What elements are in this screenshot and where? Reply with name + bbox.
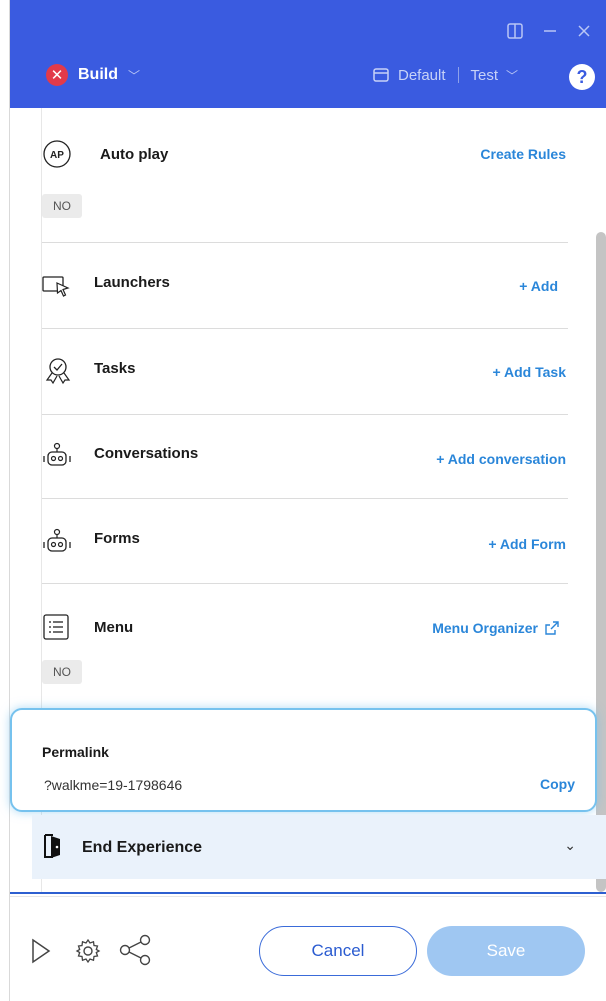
chevron-down-icon: ﹀ (128, 68, 141, 83)
exit-door-icon (44, 834, 60, 858)
environment-selector[interactable]: Default Test ﹀ (372, 66, 518, 84)
launcher-cursor-icon (42, 276, 70, 297)
row-conversations: Conversations + Add conversation (42, 415, 568, 499)
help-button[interactable]: ? (569, 64, 595, 90)
launchers-title: Launchers (94, 274, 170, 291)
header-bar: ✕ Build ﹀ Default Test ﹀ ? (10, 0, 606, 108)
scrollbar-thumb[interactable] (596, 232, 606, 892)
menu-title: Menu (94, 619, 134, 636)
minimize-icon[interactable] (541, 22, 559, 40)
forms-title: Forms (94, 530, 140, 547)
play-icon[interactable] (30, 938, 52, 964)
create-rules-link[interactable]: Create Rules (480, 146, 566, 162)
permalink-value: ?walkme=19-1798646 (44, 777, 183, 793)
copy-permalink-button[interactable]: Copy (540, 776, 575, 792)
bot-icon (43, 442, 71, 466)
permalink-title: Permalink (42, 744, 109, 760)
share-icon[interactable] (118, 934, 152, 966)
add-task-link[interactable]: + Add Task (492, 364, 566, 380)
menu-list-icon (43, 614, 69, 640)
chevron-down-icon: ⌄ (564, 837, 576, 853)
conversations-title: Conversations (94, 445, 199, 462)
end-experience-row[interactable]: End Experience ⌄ (32, 815, 606, 879)
section-divider (10, 892, 606, 894)
add-form-link[interactable]: + Add Form (488, 536, 566, 552)
window-layout-icon (373, 68, 389, 82)
bot-icon (43, 528, 71, 552)
build-selector[interactable]: ✕ Build ﹀ (46, 64, 140, 86)
walkme-editor-window: ✕ Build ﹀ Default Test ﹀ ? AP Auto play … (9, 0, 606, 1001)
env-divider (457, 67, 459, 83)
row-menu: Menu Menu Organizer NO (42, 584, 568, 710)
autoplay-ap-icon: AP (43, 140, 71, 168)
row-forms: Forms + Add Form (42, 499, 568, 584)
permalink-card: Permalink ?walkme=19-1798646 Copy (10, 708, 597, 812)
task-badge-icon (45, 358, 71, 385)
row-launchers: Launchers + Add (42, 243, 568, 329)
row-autoplay: AP Auto play Create Rules NO (42, 108, 568, 243)
error-x-icon: ✕ (46, 64, 68, 86)
autoplay-title: Auto play (100, 146, 169, 163)
autoplay-status-badge: NO (42, 194, 82, 218)
menu-organizer-link[interactable]: Menu Organizer (432, 620, 538, 636)
tasks-title: Tasks (94, 360, 136, 377)
cancel-button[interactable]: Cancel (259, 926, 417, 976)
add-launcher-link[interactable]: + Add (519, 278, 558, 294)
end-experience-title: End Experience (82, 839, 203, 856)
chevron-down-icon: ﹀ (506, 68, 519, 83)
env-default-label: Default (398, 66, 446, 84)
row-tasks: Tasks + Add Task (42, 329, 568, 415)
env-test-label: Test (470, 66, 499, 84)
menu-status-badge: NO (42, 660, 82, 684)
gear-icon[interactable] (75, 938, 101, 964)
external-link-icon[interactable] (544, 620, 560, 636)
close-window-icon[interactable] (575, 22, 593, 40)
build-label: Build (78, 66, 118, 83)
save-button[interactable]: Save (427, 926, 585, 976)
dock-panel-icon[interactable] (506, 22, 524, 40)
svg-text:AP: AP (50, 150, 64, 161)
add-conversation-link[interactable]: + Add conversation (436, 451, 566, 467)
